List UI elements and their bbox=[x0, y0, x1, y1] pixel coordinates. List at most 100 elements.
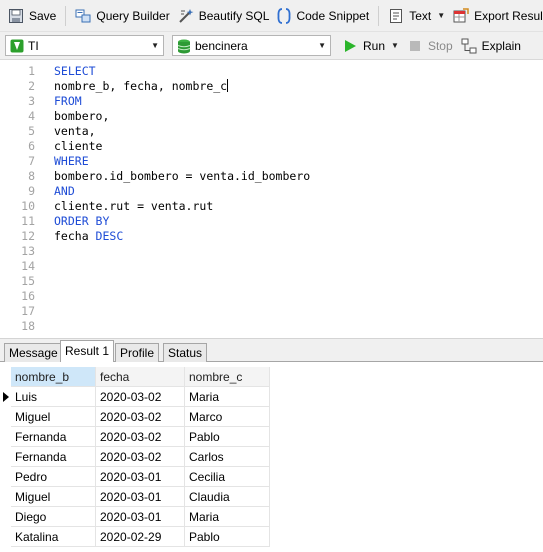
code-snippet-label: Code Snippet bbox=[296, 8, 370, 23]
line-number: 15 bbox=[21, 274, 35, 288]
code-line: venta, bbox=[54, 124, 96, 138]
column-header-nombre-b[interactable]: nombre_b bbox=[11, 367, 96, 387]
explain-button[interactable]: Explain bbox=[457, 34, 525, 58]
column-header-nombre-c[interactable]: nombre_c bbox=[185, 367, 270, 387]
table-cell[interactable]: Miguel bbox=[11, 487, 96, 507]
sql-keyword: DESC bbox=[95, 229, 124, 243]
table-cell[interactable]: 2020-03-01 bbox=[96, 467, 185, 487]
sql-keyword: WHERE bbox=[54, 154, 89, 168]
query-builder-icon bbox=[75, 8, 91, 24]
table-row[interactable]: Katalina 2020-02-29 Pablo bbox=[0, 527, 270, 547]
table-cell[interactable]: 2020-02-29 bbox=[96, 527, 185, 547]
table-row[interactable]: Diego 2020-03-01 Maria bbox=[0, 507, 270, 527]
table-cell[interactable]: Fernanda bbox=[11, 447, 96, 467]
sql-keyword: ORDER BY bbox=[54, 214, 110, 228]
explain-label: Explain bbox=[481, 38, 521, 53]
grid-header-row: nombre_b fecha nombre_c bbox=[0, 367, 270, 387]
table-cell[interactable]: Pablo bbox=[185, 527, 270, 547]
table-cell[interactable]: Maria bbox=[185, 507, 270, 527]
table-cell[interactable]: Katalina bbox=[11, 527, 96, 547]
table-row[interactable]: Fernanda 2020-03-02 Pablo bbox=[0, 427, 270, 447]
main-toolbar: Save Query Builder Beautify SQL Code Sni… bbox=[0, 0, 543, 32]
table-row[interactable]: Fernanda 2020-03-02 Carlos bbox=[0, 447, 270, 467]
table-cell[interactable]: 2020-03-01 bbox=[96, 487, 185, 507]
stop-button[interactable]: Stop bbox=[403, 34, 457, 58]
sql-text: cliente.rut = venta.rut bbox=[54, 199, 214, 213]
table-row[interactable]: Miguel 2020-03-02 Marco bbox=[0, 407, 270, 427]
sql-text: nombre_b, fecha, nombre_c bbox=[54, 79, 228, 93]
line-number: 5 bbox=[28, 124, 35, 138]
tab-message[interactable]: Message bbox=[4, 343, 63, 363]
chevron-down-icon: ▼ bbox=[151, 41, 159, 50]
table-cell[interactable]: Miguel bbox=[11, 407, 96, 427]
code-line: bombero, bbox=[54, 109, 109, 123]
table-cell[interactable]: Pedro bbox=[11, 467, 96, 487]
sql-keyword: FROM bbox=[54, 94, 82, 108]
line-number: 3 bbox=[28, 94, 35, 108]
current-row-indicator-icon bbox=[3, 392, 9, 402]
table-cell[interactable]: Fernanda bbox=[11, 427, 96, 447]
beautify-wand-icon bbox=[178, 8, 194, 24]
save-button[interactable]: Save bbox=[4, 4, 60, 28]
query-builder-button[interactable]: Query Builder bbox=[71, 4, 173, 28]
table-row[interactable]: Luis 2020-03-02 Maria bbox=[0, 387, 270, 407]
result-grid[interactable]: nombre_b fecha nombre_c Luis 2020-03-02 … bbox=[0, 362, 543, 552]
code-snippet-button[interactable]: Code Snippet bbox=[273, 4, 373, 28]
code-line: SELECT bbox=[54, 64, 96, 78]
text-cursor bbox=[227, 79, 229, 92]
code-line: FROM bbox=[54, 94, 82, 108]
table-cell[interactable]: 2020-03-01 bbox=[96, 507, 185, 527]
connection-select[interactable]: TI ▼ bbox=[5, 35, 164, 56]
table-row[interactable]: Miguel 2020-03-01 Claudia bbox=[0, 487, 270, 507]
database-value: bencinera bbox=[195, 38, 248, 53]
table-cell[interactable]: 2020-03-02 bbox=[96, 387, 185, 407]
line-number: 17 bbox=[21, 304, 35, 318]
tab-result-1[interactable]: Result 1 bbox=[60, 340, 115, 363]
table-cell[interactable]: Diego bbox=[11, 507, 96, 527]
table-row[interactable]: Pedro 2020-03-01 Cecilia bbox=[0, 467, 270, 487]
table-cell[interactable]: Marco bbox=[185, 407, 270, 427]
line-number: 2 bbox=[28, 79, 35, 93]
table-cell[interactable]: Maria bbox=[185, 387, 270, 407]
line-number: 4 bbox=[28, 109, 35, 123]
sql-keyword: AND bbox=[54, 184, 75, 198]
database-icon bbox=[177, 39, 191, 53]
table-cell[interactable]: Claudia bbox=[185, 487, 270, 507]
chevron-down-icon: ▼ bbox=[391, 41, 399, 50]
table-cell[interactable]: Carlos bbox=[185, 447, 270, 467]
line-number: 18 bbox=[21, 319, 35, 333]
table-cell[interactable]: 2020-03-02 bbox=[96, 427, 185, 447]
code-line: cliente bbox=[54, 139, 102, 153]
run-button[interactable]: Run ▼ bbox=[338, 34, 403, 58]
column-header-fecha[interactable]: fecha bbox=[96, 367, 185, 387]
tab-status[interactable]: Status bbox=[163, 343, 208, 363]
connection-icon bbox=[10, 39, 24, 53]
text-mode-label: Text bbox=[409, 8, 432, 23]
export-result-button[interactable]: Export Result bbox=[449, 4, 543, 28]
database-select[interactable]: bencinera ▼ bbox=[172, 35, 331, 56]
table-cell[interactable]: Pablo bbox=[185, 427, 270, 447]
toolbar-divider bbox=[378, 5, 380, 26]
line-number: 9 bbox=[28, 184, 35, 198]
table-cell[interactable]: Luis bbox=[11, 387, 96, 407]
beautify-sql-button[interactable]: Beautify SQL bbox=[174, 4, 274, 28]
beautify-sql-label: Beautify SQL bbox=[198, 8, 270, 23]
chevron-down-icon: ▼ bbox=[437, 11, 446, 20]
code-line: cliente.rut = venta.rut bbox=[54, 199, 213, 213]
run-play-icon bbox=[342, 38, 358, 54]
line-number: 16 bbox=[21, 289, 35, 303]
text-mode-dropdown[interactable]: Text ▼ bbox=[384, 4, 449, 28]
table-cell[interactable]: 2020-03-02 bbox=[96, 447, 185, 467]
table-cell[interactable]: Cecilia bbox=[185, 467, 270, 487]
sql-text: bombero, bbox=[54, 109, 110, 123]
save-icon bbox=[8, 8, 24, 24]
line-number: 11 bbox=[21, 214, 35, 228]
line-number: 7 bbox=[28, 154, 35, 168]
query-builder-label: Query Builder bbox=[96, 8, 170, 23]
tab-profile[interactable]: Profile bbox=[115, 343, 160, 363]
chevron-down-icon: ▼ bbox=[318, 41, 326, 50]
code-line: WHERE bbox=[54, 154, 89, 168]
table-cell[interactable]: 2020-03-02 bbox=[96, 407, 185, 427]
export-result-label: Export Result bbox=[474, 8, 543, 23]
sql-editor[interactable]: 1 2 3 4 5 6 7 8 9 10 11 12 13 14 15 16 1… bbox=[0, 61, 543, 338]
